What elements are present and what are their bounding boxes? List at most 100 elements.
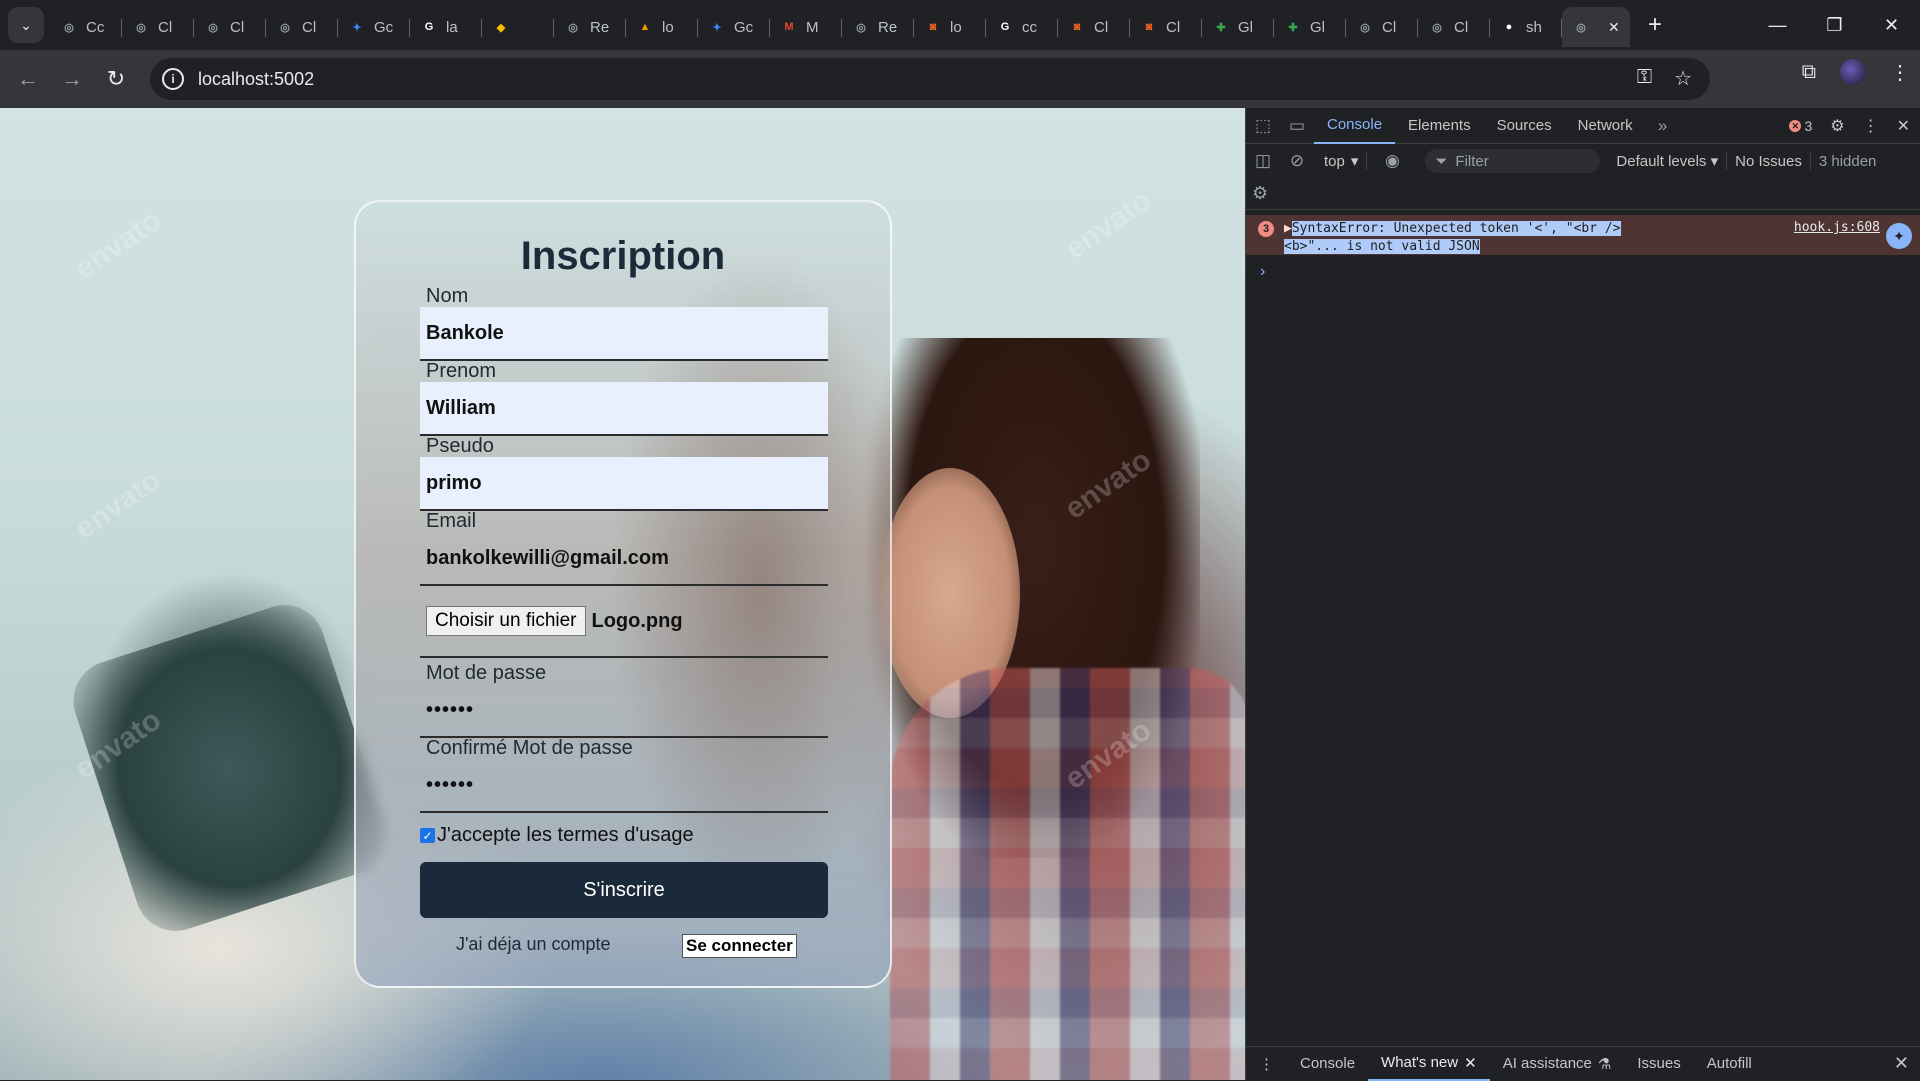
more-tabs-icon[interactable]: » xyxy=(1646,116,1680,136)
reload-icon: ↻ xyxy=(106,66,126,91)
extensions-puzzle-icon[interactable]: ⧉ xyxy=(1802,61,1816,84)
forward-button[interactable]: → xyxy=(50,59,94,99)
page-title: Inscription xyxy=(520,234,726,278)
error-text-line1: SyntaxError: Unexpected token '<', "<br … xyxy=(1291,221,1621,236)
browser-tab[interactable]: Gcc xyxy=(986,7,1058,47)
tab-console[interactable]: Console xyxy=(1314,108,1396,144)
browser-tab-active[interactable]: ◎ ✕ xyxy=(1562,7,1630,47)
devtools-menu-icon[interactable]: ⋮ xyxy=(1863,116,1879,136)
browser-tab[interactable]: ◎ Cl xyxy=(122,7,194,47)
browser-tab[interactable]: MM xyxy=(770,7,842,47)
browser-tab[interactable]: ◎ Re xyxy=(554,7,626,47)
watermark: envato xyxy=(1058,183,1158,266)
email-input[interactable] xyxy=(420,532,828,586)
browser-tab[interactable]: ◎ Cl xyxy=(266,7,338,47)
signup-button[interactable]: S'inscrire xyxy=(420,862,828,918)
browser-tab[interactable]: ✚ Gl xyxy=(1202,7,1274,47)
ai-insight-icon[interactable]: ✦ xyxy=(1886,223,1912,249)
close-tab-icon[interactable]: ✕ xyxy=(1608,19,1620,36)
prenom-input[interactable] xyxy=(420,382,828,436)
close-tab-icon[interactable]: ✕ xyxy=(1464,1054,1477,1072)
profile-avatar[interactable] xyxy=(1840,59,1866,85)
arrow-right-icon: → xyxy=(61,66,83,91)
context-label: top xyxy=(1324,152,1345,170)
password-key-icon[interactable]: ⚿ xyxy=(1637,66,1652,91)
browser-tab[interactable]: ◎ Cl xyxy=(1418,7,1490,47)
browser-tab[interactable]: ◎ Cc xyxy=(50,7,122,47)
file-name: Logo.png xyxy=(591,609,683,632)
tab-elements[interactable]: Elements xyxy=(1395,108,1484,144)
clear-console-icon[interactable]: ⊘ xyxy=(1280,151,1314,171)
nom-input[interactable] xyxy=(420,307,828,361)
console-error-message[interactable]: 3 ▶SyntaxError: Unexpected token '<', "<… xyxy=(1246,215,1920,255)
browser-tab[interactable]: ◙ Cl xyxy=(1130,7,1202,47)
browser-tab-label: Cl xyxy=(1382,18,1397,36)
drawer-tab-whats-new[interactable]: What's new ✕ xyxy=(1368,1047,1490,1081)
browser-tab[interactable]: ◙ lo xyxy=(914,7,986,47)
close-window-icon[interactable]: ✕ xyxy=(1863,0,1920,50)
bookmark-star-icon[interactable]: ☆ xyxy=(1674,66,1692,91)
choose-file-button[interactable]: Choisir un fichier xyxy=(426,606,586,636)
browser-tab-label: lo xyxy=(662,18,674,36)
tab-sources[interactable]: Sources xyxy=(1484,108,1565,144)
url-text[interactable]: localhost:5002 xyxy=(198,69,314,90)
terms-checkbox[interactable]: ✓ xyxy=(420,828,435,843)
console-settings-gear-icon[interactable]: ⚙ xyxy=(1252,183,1268,204)
reload-button[interactable]: ↻ xyxy=(94,59,138,99)
sidebar-toggle-icon[interactable]: ◫ xyxy=(1246,151,1280,171)
codeigniter-icon: ◙ xyxy=(929,21,937,33)
console-filter-input[interactable]: ⏷ Filter xyxy=(1425,149,1601,173)
browser-tab[interactable]: ◎ Re xyxy=(842,7,914,47)
arrow-left-icon: ← xyxy=(17,66,39,91)
drawer-tab-ai-assistance[interactable]: AI assistance ⚗ xyxy=(1490,1047,1625,1081)
error-text[interactable]: ▶SyntaxError: Unexpected token '<', "<br… xyxy=(1284,220,1654,256)
tab-network[interactable]: Network xyxy=(1565,108,1646,144)
back-button[interactable]: ← xyxy=(6,59,50,99)
settings-gear-icon[interactable]: ⚙ xyxy=(1830,116,1844,136)
log-levels-dropdown[interactable]: Default levels ▾ xyxy=(1616,152,1718,170)
browser-tab[interactable]: ▲ lo xyxy=(626,7,698,47)
error-count-badge[interactable]: ✕ 3 xyxy=(1789,118,1812,134)
close-devtools-icon[interactable]: ✕ xyxy=(1897,116,1910,136)
browser-tab[interactable]: ✦ Gc xyxy=(698,7,770,47)
confirm-password-input[interactable]: •••••• xyxy=(420,759,828,813)
menu-kebab-icon[interactable]: ⋮ xyxy=(1890,60,1910,85)
browser-tab[interactable]: ✦ Gc xyxy=(338,7,410,47)
divider xyxy=(1366,152,1368,170)
site-info-icon[interactable]: i xyxy=(162,68,184,90)
minimize-icon[interactable]: — xyxy=(1749,0,1806,50)
codeigniter-icon: ◙ xyxy=(1145,21,1153,33)
tab-search-button[interactable]: ⌄ xyxy=(8,7,44,43)
error-source-link[interactable]: hook.js:608 xyxy=(1794,220,1880,235)
dropdown-caret-icon: ▾ xyxy=(1350,153,1359,170)
omnibox-actions: ⚿ ☆ xyxy=(1637,66,1692,91)
close-drawer-icon[interactable]: ✕ xyxy=(1894,1053,1909,1074)
new-tab-button[interactable]: + xyxy=(1648,11,1662,39)
drawer-tab-console[interactable]: Console xyxy=(1287,1047,1368,1081)
password-input[interactable]: •••••• xyxy=(420,684,828,738)
issues-link[interactable]: No Issues xyxy=(1735,153,1802,170)
browser-tab[interactable]: ◎ Cl xyxy=(1346,7,1418,47)
browser-tab[interactable]: ◙ Cl xyxy=(1058,7,1130,47)
restore-icon[interactable]: ❐ xyxy=(1806,0,1863,50)
chatgpt-icon: ◎ xyxy=(136,21,146,34)
drawer-menu-icon[interactable]: ⋮ xyxy=(1246,1047,1287,1081)
drawer-tab-issues[interactable]: Issues xyxy=(1624,1047,1693,1081)
expand-triangle-icon[interactable]: ▶ xyxy=(1284,221,1292,236)
device-toolbar-icon[interactable]: ▭ xyxy=(1280,116,1314,136)
live-expression-eye-icon[interactable]: ◉ xyxy=(1375,151,1409,171)
browser-tab[interactable]: ◎ Cl xyxy=(194,7,266,47)
console-prompt[interactable]: › xyxy=(1246,255,1920,281)
drawer-tab-autofill[interactable]: Autofill xyxy=(1694,1047,1765,1081)
address-bar[interactable]: i localhost:5002 ⚿ ☆ xyxy=(150,58,1710,100)
console-toolbar: ◫ ⊘ top ▾ ◉ ⏷ Filter Default levels ▾ No… xyxy=(1246,144,1920,178)
browser-tab-label: Gc xyxy=(374,18,394,36)
browser-tab[interactable]: ✚ Gl xyxy=(1274,7,1346,47)
pseudo-input[interactable] xyxy=(420,457,828,511)
browser-tab[interactable]: ● sh xyxy=(1490,7,1562,47)
inspect-element-icon[interactable]: ⬚ xyxy=(1246,116,1280,136)
login-button[interactable]: Se connecter xyxy=(682,934,797,958)
browser-tab[interactable]: ◆ xyxy=(482,7,554,47)
browser-tab[interactable]: Gla xyxy=(410,7,482,47)
context-selector[interactable]: top ▾ xyxy=(1324,152,1359,171)
